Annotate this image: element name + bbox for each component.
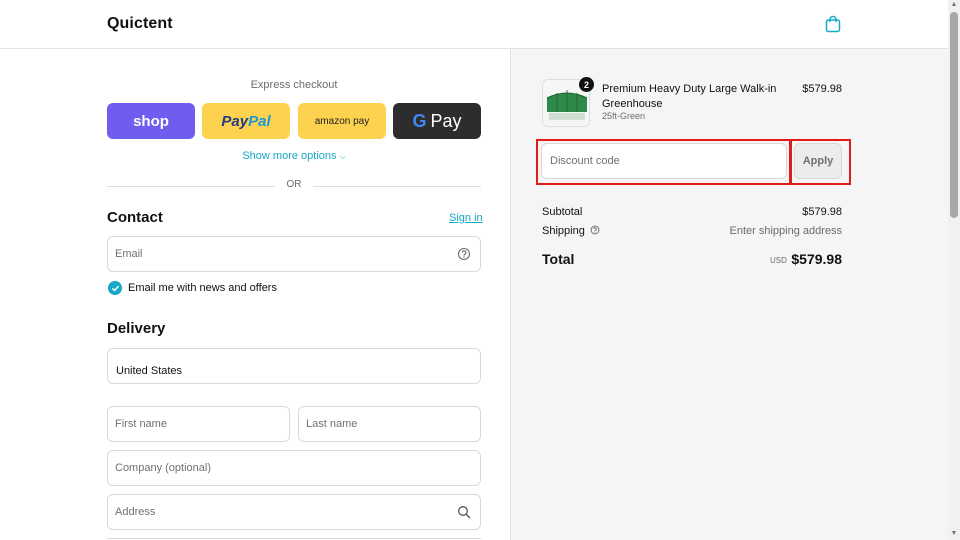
- email-input[interactable]: [115, 237, 451, 271]
- scroll-down-arrow-icon[interactable]: ▼: [950, 530, 958, 538]
- product-price: $579.98: [802, 83, 842, 95]
- chevron-down-icon: ⌵: [339, 152, 346, 161]
- google-pay-label: Pay: [430, 110, 462, 131]
- express-checkout-label: Express checkout: [250, 79, 338, 91]
- paypal-label-pal: Pal: [248, 112, 271, 130]
- contact-heading: Contact: [107, 209, 163, 226]
- total-label: Total: [542, 251, 575, 267]
- address-input[interactable]: [115, 495, 451, 529]
- google-pay-button[interactable]: G Pay: [393, 103, 481, 139]
- scroll-up-arrow-icon[interactable]: ▲: [950, 1, 958, 9]
- scroll-thumb[interactable]: [950, 12, 958, 218]
- subtotal-label: Subtotal: [542, 206, 583, 218]
- newsletter-checkbox[interactable]: [108, 281, 122, 295]
- search-icon: [458, 506, 471, 519]
- amazon-pay-button[interactable]: amazon pay: [298, 103, 386, 139]
- shop-pay-label: shop: [133, 112, 169, 130]
- shipping-value: Enter shipping address: [729, 225, 842, 237]
- last-name-field[interactable]: [298, 406, 481, 442]
- total-currency: USD: [770, 256, 787, 265]
- newsletter-label: Email me with news and offers: [128, 282, 277, 294]
- subtotal-value: $579.98: [802, 206, 842, 218]
- help-circle-icon[interactable]: [457, 247, 471, 261]
- delivery-heading: Delivery: [107, 320, 166, 337]
- or-divider: OR: [107, 179, 481, 193]
- or-label: OR: [286, 179, 302, 190]
- checkout-header: Quictent: [0, 0, 948, 49]
- address-field[interactable]: [107, 494, 481, 530]
- sign-in-link[interactable]: Sign in: [449, 212, 483, 224]
- country-select[interactable]: United States: [107, 348, 481, 384]
- highlight-box-apply: [790, 139, 851, 185]
- paypal-button[interactable]: Pay Pal: [202, 103, 290, 139]
- company-field[interactable]: [107, 450, 481, 486]
- divider-line-right: [313, 186, 481, 187]
- product-variant: 25ft-Green: [602, 111, 646, 121]
- help-circle-icon[interactable]: [590, 225, 600, 235]
- shipping-label: Shipping: [542, 225, 585, 237]
- store-logo[interactable]: Quictent: [107, 15, 173, 33]
- show-more-options-link[interactable]: Show more options ⌵: [107, 150, 481, 162]
- show-more-label: Show more options: [242, 150, 337, 162]
- amazon-pay-label: amazon pay: [314, 115, 370, 127]
- country-value: United States: [116, 365, 183, 377]
- first-name-input[interactable]: [115, 407, 260, 441]
- first-name-field[interactable]: [107, 406, 290, 442]
- checkmark-icon: [111, 285, 119, 291]
- paypal-label-pay: Pay: [221, 112, 249, 130]
- shopping-bag-icon[interactable]: [824, 15, 842, 33]
- shipping-label-row: Shipping: [542, 225, 600, 237]
- google-g-icon: G: [412, 110, 427, 131]
- company-input[interactable]: [115, 451, 451, 485]
- highlight-box-discount: [536, 139, 791, 185]
- quantity-badge: 2: [579, 77, 594, 92]
- shop-pay-button[interactable]: shop: [107, 103, 195, 139]
- page-scrollbar[interactable]: ▲ ▼: [948, 0, 960, 540]
- last-name-input[interactable]: [306, 407, 451, 441]
- email-field[interactable]: [107, 236, 481, 272]
- total-value: $579.98: [791, 251, 842, 267]
